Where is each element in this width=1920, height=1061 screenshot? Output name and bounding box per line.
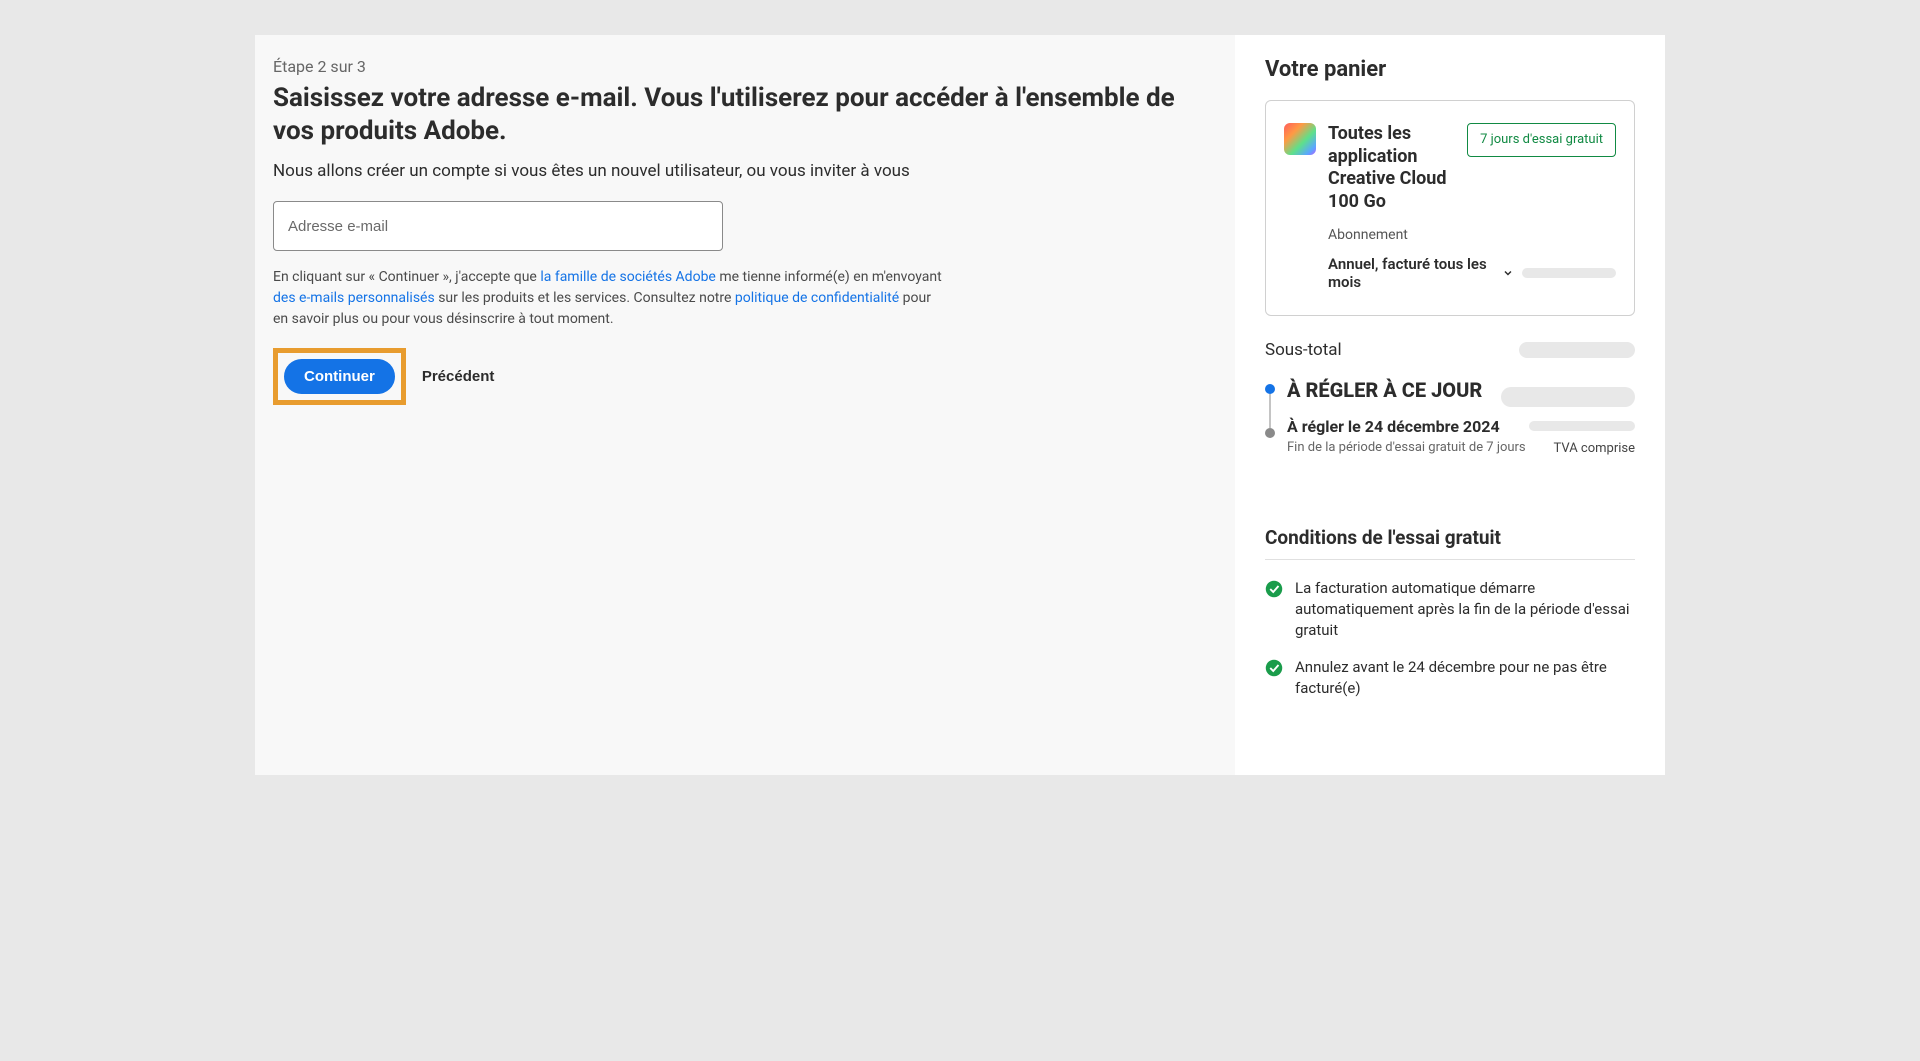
page-subtitle: Nous allons créer un compte si vous êtes… [273,161,1217,181]
checkout-container: Étape 2 sur 3 Saisissez votre adresse e-… [255,35,1665,775]
link-adobe-family[interactable]: la famille de sociétés Adobe [540,269,716,285]
term-item: La facturation automatique démarre autom… [1265,578,1635,641]
creative-cloud-icon [1284,123,1316,155]
email-input[interactable] [273,201,723,251]
trial-badge: 7 jours d'essai gratuit [1467,123,1616,157]
timeline-dot-future [1265,428,1275,438]
subscription-label: Abonnement [1328,227,1616,243]
cart-item-header: Toutes les application Creative Cloud 10… [1284,123,1616,213]
legal-segment: me tienne informé(e) en m'envoyant [719,269,941,285]
product-name: Toutes les application Creative Cloud 10… [1328,123,1455,213]
due-today-placeholder [1501,387,1635,407]
timeline-dot-active [1265,384,1275,394]
previous-button[interactable]: Précédent [422,368,495,385]
due-later-label: À régler le 24 décembre 2024 [1287,417,1526,436]
timeline-line [1269,394,1271,428]
check-circle-icon [1265,580,1283,598]
term-text: Annulez avant le 24 décembre pour ne pas… [1295,657,1635,699]
cart-item-card: Toutes les application Creative Cloud 10… [1265,100,1635,316]
divider [1265,559,1635,560]
term-text: La facturation automatique démarre autom… [1295,578,1635,641]
step-indicator: Étape 2 sur 3 [273,57,1217,76]
term-item: Annulez avant le 24 décembre pour ne pas… [1265,657,1635,699]
subtotal-label: Sous-total [1265,340,1342,360]
check-circle-icon [1265,659,1283,677]
chevron-down-icon [1502,266,1514,280]
page-title: Saisissez votre adresse e-mail. Vous l'u… [273,82,1217,147]
cart-title: Votre panier [1265,57,1635,82]
legal-segment: En cliquant sur « Continuer », j'accepte… [273,269,540,285]
legal-text: En cliquant sur « Continuer », j'accepte… [273,267,943,330]
button-row: Continuer Précédent [273,348,1217,405]
link-privacy-policy[interactable]: politique de confidentialité [735,290,899,306]
link-personalized-emails[interactable]: des e-mails personnalisés [273,290,435,306]
email-step-panel: Étape 2 sur 3 Saisissez votre adresse e-… [255,35,1235,775]
subscription-selector[interactable]: Annuel, facturé tous les mois [1328,255,1616,291]
due-today-label: À RÉGLER À CE JOUR [1287,378,1482,402]
vat-note: TVA comprise [1529,441,1635,456]
payment-timeline: À RÉGLER À CE JOUR À régler le 24 décemb… [1265,378,1635,456]
continue-button[interactable]: Continuer [284,359,395,394]
highlight-annotation: Continuer [273,348,406,405]
due-later-placeholder [1529,421,1635,431]
subtotal-row: Sous-total [1265,334,1635,378]
legal-segment: sur les produits et les services. Consul… [438,290,735,306]
terms-title: Conditions de l'essai gratuit [1265,526,1635,549]
subtotal-placeholder [1519,342,1635,358]
subscription-value: Annuel, facturé tous les mois [1328,255,1494,291]
price-placeholder [1522,268,1616,278]
due-later-note: Fin de la période d'essai gratuit de 7 j… [1287,440,1526,455]
cart-panel: Votre panier Toutes les application Crea… [1235,35,1665,775]
